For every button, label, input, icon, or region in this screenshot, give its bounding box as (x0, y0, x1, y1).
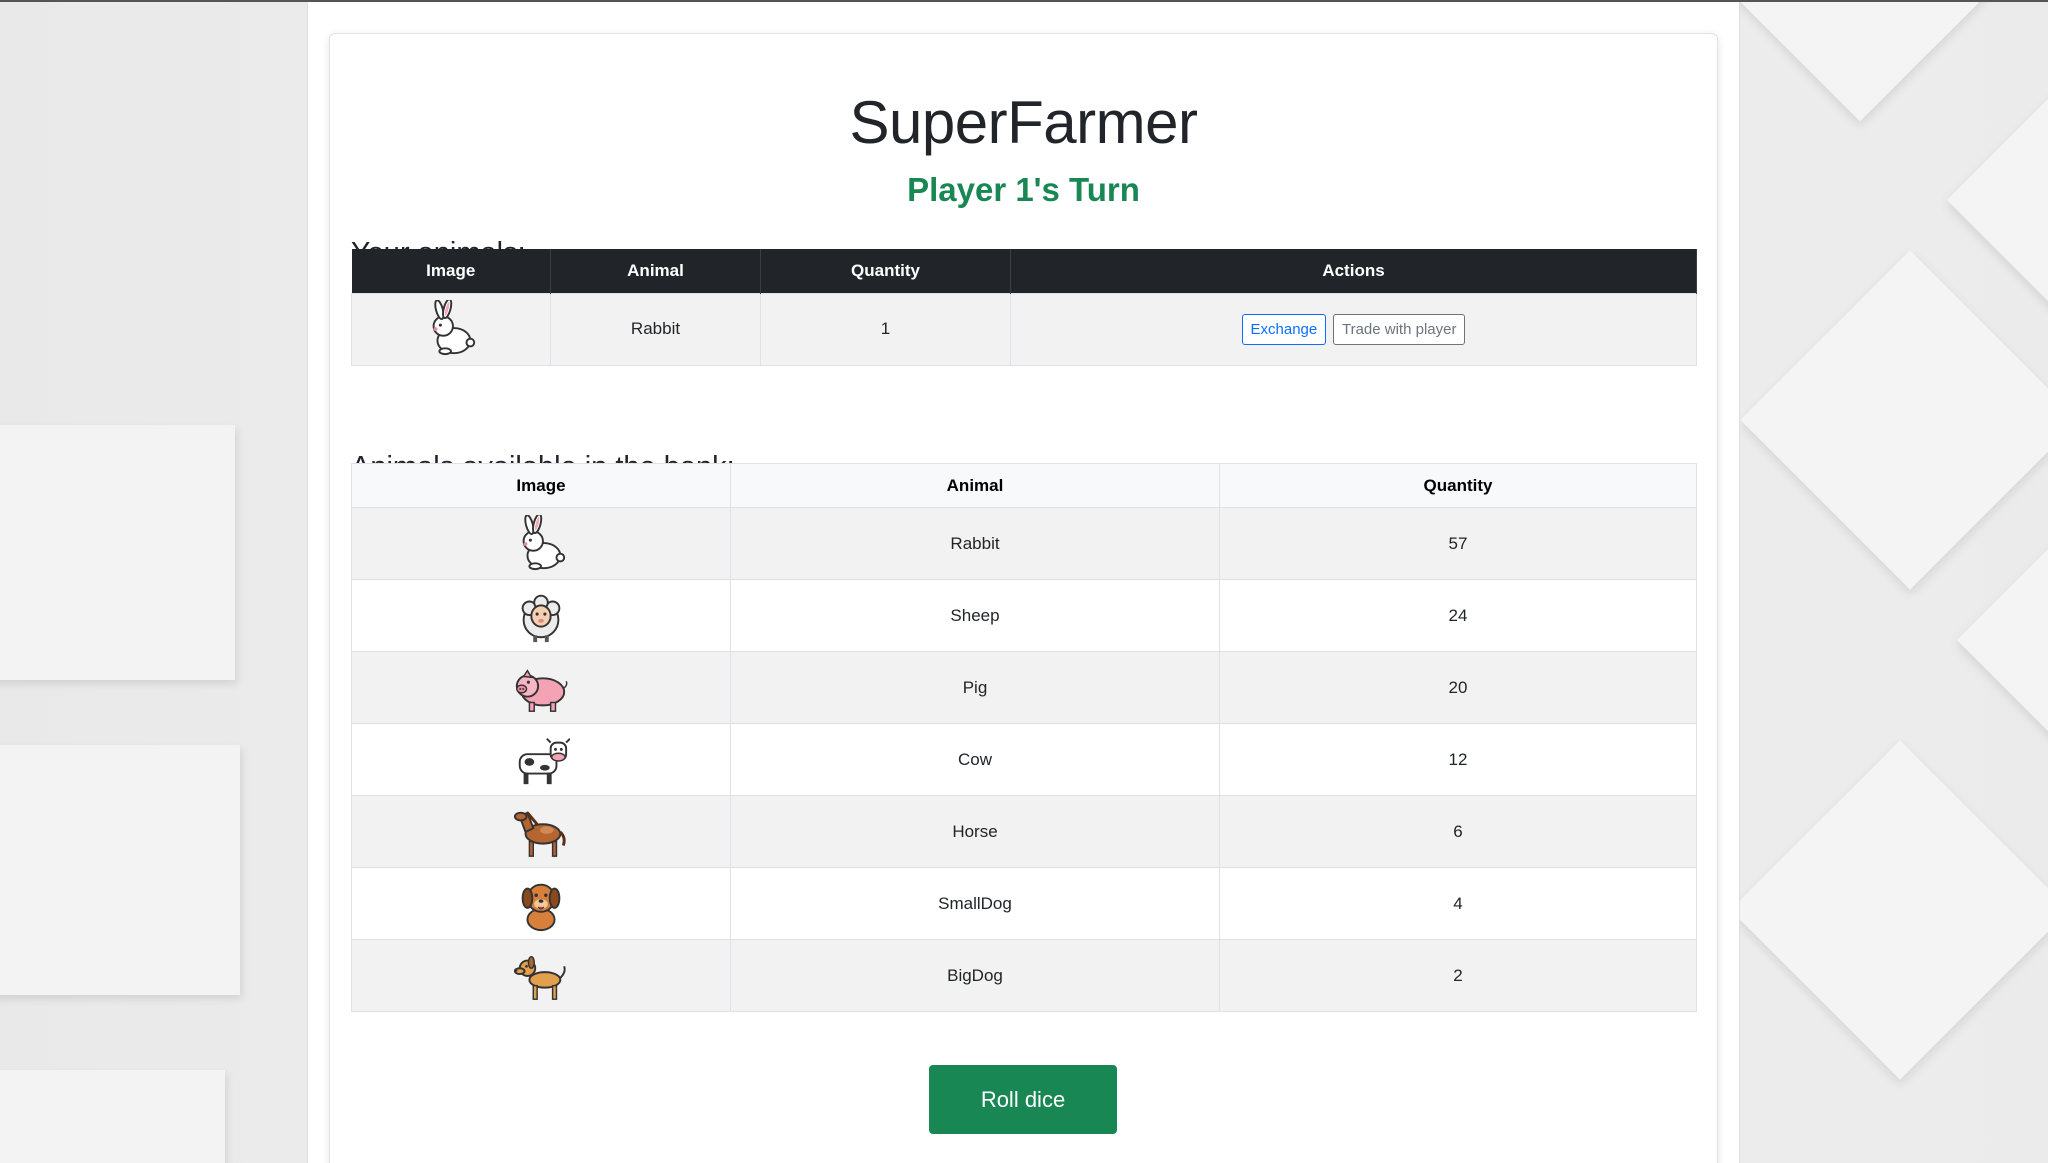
table-row: Horse 6 (351, 795, 1697, 868)
cow-icon (518, 737, 570, 784)
animal-name-cell: BigDog (730, 939, 1220, 1012)
animal-name-cell: Pig (730, 651, 1220, 724)
exchange-button[interactable]: Exchange (1241, 313, 1327, 345)
animal-name-cell: Cow (730, 723, 1220, 796)
bank-table: Image Animal Quantity Rabbit 57 Sheep 24… (351, 463, 1697, 1012)
image-cell (351, 579, 731, 652)
quantity-cell: 6 (1219, 795, 1697, 868)
quantity-cell: 20 (1219, 651, 1697, 724)
rabbit-icon (432, 300, 476, 356)
image-cell (351, 867, 731, 940)
app-title: SuperFarmer (849, 89, 1198, 156)
animal-name-cell: Sheep (730, 579, 1220, 652)
sheep-icon (521, 594, 561, 642)
bank-header-row: Image Animal Quantity (351, 463, 1697, 508)
your-animals-header-row: Image Animal Quantity Actions (351, 249, 1697, 293)
column-header-actions: Actions (1010, 249, 1697, 293)
top-border (0, 0, 2048, 2)
image-cell (351, 507, 731, 580)
actions-cell: Exchange Trade with player (1010, 292, 1697, 366)
table-row: Pig 20 (351, 651, 1697, 724)
pig-icon (515, 668, 568, 712)
small-dog-icon (521, 883, 561, 931)
table-row: Cow 12 (351, 723, 1697, 796)
column-header-quantity: Quantity (760, 249, 1011, 293)
animal-name-cell: Rabbit (550, 292, 761, 366)
horse-icon (513, 810, 566, 857)
image-cell (351, 292, 551, 366)
column-header-quantity: Quantity (1219, 463, 1697, 508)
animal-name-cell: Rabbit (730, 507, 1220, 580)
column-header-image: Image (351, 463, 731, 508)
column-header-animal: Animal (730, 463, 1220, 508)
image-cell (351, 723, 731, 796)
table-row: Rabbit 1 Exchange Trade with player (351, 292, 1697, 366)
quantity-cell: 24 (1219, 579, 1697, 652)
table-row: Sheep 24 (351, 579, 1697, 652)
image-cell (351, 651, 731, 724)
column-header-animal: Animal (550, 249, 761, 293)
quantity-cell: 57 (1219, 507, 1697, 580)
table-row: BigDog 2 (351, 939, 1697, 1012)
your-animals-table: Image Animal Quantity Actions Rabbit 1 E… (351, 249, 1697, 366)
rabbit-icon (522, 514, 566, 570)
big-dog-icon (513, 955, 566, 1000)
image-cell (351, 795, 731, 868)
trade-with-player-button[interactable]: Trade with player (1332, 313, 1466, 345)
quantity-cell: 12 (1219, 723, 1697, 796)
column-header-image: Image (351, 249, 551, 293)
table-row: SmallDog 4 (351, 867, 1697, 940)
turn-indicator: Player 1's Turn (907, 171, 1140, 208)
roll-dice-button[interactable]: Roll dice (929, 1065, 1117, 1134)
animal-name-cell: SmallDog (730, 867, 1220, 940)
game-card: SuperFarmer Player 1's Turn Your animals… (329, 33, 1718, 1163)
quantity-cell: 4 (1219, 867, 1697, 940)
animal-name-cell: Horse (730, 795, 1220, 868)
quantity-cell: 2 (1219, 939, 1697, 1012)
image-cell (351, 939, 731, 1012)
quantity-cell: 1 (760, 292, 1011, 366)
table-row: Rabbit 57 (351, 507, 1697, 580)
